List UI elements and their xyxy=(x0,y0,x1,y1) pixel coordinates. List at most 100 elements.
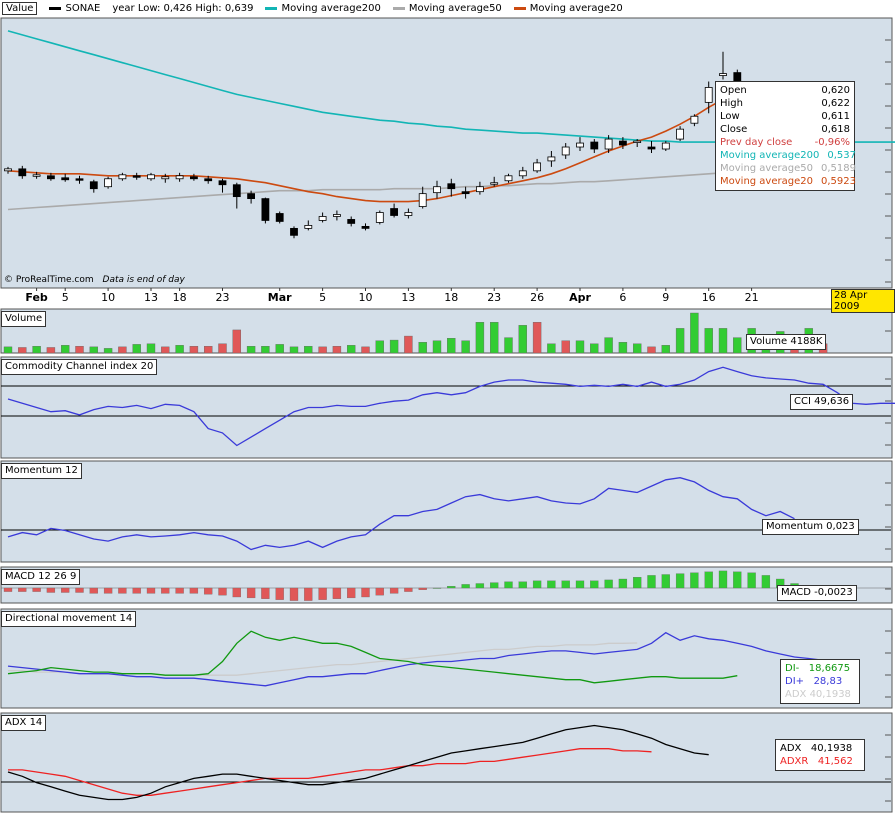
price-tooltip: Open 0,620 High 0,622 Low 0,611 Close 0,618 … xyxy=(715,81,856,191)
macd-bar xyxy=(447,586,456,589)
volume-bar xyxy=(361,346,370,354)
candle-body xyxy=(447,183,456,190)
ma50-swatch xyxy=(392,7,405,10)
value-label: Value xyxy=(2,2,38,15)
x-axis-tick-label: 23 xyxy=(216,291,230,304)
macd-bar xyxy=(718,570,728,589)
macd-bar xyxy=(747,572,756,589)
adx-readout: ADX 40,1938 ADXR 41,562 xyxy=(775,739,865,771)
macd-bar xyxy=(304,587,313,601)
volume-bar xyxy=(704,328,713,354)
volume-bar xyxy=(332,346,342,354)
candle-body xyxy=(404,212,413,216)
macd-readout: MACD -0,0023 xyxy=(777,585,857,601)
macd-bar xyxy=(604,579,613,589)
volume-bar xyxy=(61,345,70,354)
x-axis-tick-label: 13 xyxy=(401,291,415,304)
volume-bar xyxy=(675,328,685,354)
x-axis-tick-label: Feb xyxy=(25,291,48,304)
candle-body xyxy=(418,193,427,207)
ma200-row: Moving average200 0,537 xyxy=(720,150,856,161)
macd-bar xyxy=(261,587,270,599)
volume-bar xyxy=(575,340,585,354)
candle-body xyxy=(433,186,441,194)
candle-body xyxy=(275,213,284,222)
candle-body xyxy=(189,176,198,180)
candle-body xyxy=(232,184,241,198)
candle-body xyxy=(75,178,84,181)
candle-body xyxy=(118,174,127,180)
macd-bar xyxy=(289,587,299,601)
x-axis-tick-label: 10 xyxy=(359,291,373,304)
macd-bar xyxy=(518,581,527,589)
volume-bar xyxy=(118,346,127,354)
volume-bar xyxy=(3,346,13,354)
candle-body xyxy=(375,212,384,223)
macd-bar xyxy=(575,580,585,589)
ma50-row: Moving average50 0,5189 xyxy=(720,163,856,174)
candle-body xyxy=(504,175,513,182)
candle-body xyxy=(132,175,141,178)
legend-year-range: year Low: 0,426 High: 0,639 xyxy=(112,3,254,14)
macd-bar xyxy=(418,587,427,590)
volume-bar xyxy=(103,348,113,354)
candle-body xyxy=(619,140,627,146)
momentum-readout: Momentum 0,023 xyxy=(762,519,859,535)
x-axis-tick-label: 18 xyxy=(444,291,458,304)
volume-bar xyxy=(418,342,427,354)
macd-bar xyxy=(246,587,256,599)
volume-bar xyxy=(490,322,499,354)
x-axis-tick-label: 16 xyxy=(702,291,716,304)
macd-bar xyxy=(61,587,70,593)
volume-bar xyxy=(175,345,184,354)
macd-bar xyxy=(504,581,513,589)
price-legend: Value SONAE year Low: 0,426 High: 0,639 … xyxy=(0,0,895,17)
adx-value-readout: ADX 40,1938 xyxy=(780,743,853,754)
volume-readout: Volume 4188K xyxy=(746,334,827,350)
volume-bar xyxy=(318,346,327,354)
macd-bar xyxy=(132,587,141,594)
momentum-title: Momentum 12 xyxy=(1,463,82,479)
macd-bar xyxy=(103,587,113,594)
candle-body xyxy=(676,128,684,140)
x-axis-tick-label: 6 xyxy=(619,291,626,304)
x-axis-tick-label: Apr xyxy=(569,291,591,304)
ma20-row: Moving average20 0,5923 xyxy=(720,176,856,187)
candle-body xyxy=(218,180,227,186)
candle-body xyxy=(32,174,41,177)
panel-frame-mom xyxy=(0,460,893,563)
candle-body xyxy=(47,175,55,180)
legend-ma200: Moving average200 xyxy=(265,3,381,14)
volume-bar xyxy=(633,343,642,354)
macd-bar xyxy=(3,587,13,592)
volume-bar xyxy=(246,346,256,354)
volume-bar xyxy=(18,347,27,354)
volume-bar xyxy=(275,344,284,354)
macd-bar xyxy=(146,587,156,594)
macd-bar xyxy=(547,580,556,589)
ma20-swatch xyxy=(513,7,526,10)
candle-body xyxy=(561,146,570,156)
macd-bar xyxy=(404,587,413,592)
candle-body xyxy=(390,208,399,216)
candle-body xyxy=(104,178,112,188)
prev-close-row: Prev day close -0,96% xyxy=(720,137,850,148)
macd-bar xyxy=(375,587,384,596)
candle-body xyxy=(719,73,727,76)
cci-title: Commodity Channel index 20 xyxy=(1,359,158,375)
candle-body xyxy=(661,142,670,150)
macd-bar xyxy=(475,583,485,589)
macd-bar xyxy=(633,577,642,589)
macd-bar xyxy=(89,587,98,594)
macd-bar xyxy=(347,587,356,599)
open-row: Open 0,620 xyxy=(720,85,850,96)
macd-bar xyxy=(389,587,399,594)
macd-bar xyxy=(118,587,127,594)
volume-bar xyxy=(461,340,470,354)
volume-bar xyxy=(447,338,456,354)
volume-bar xyxy=(432,340,442,354)
high-row: High 0,622 xyxy=(720,98,850,109)
x-axis-tick-label: Mar xyxy=(268,291,292,304)
x-axis-tick-label: 5 xyxy=(319,291,326,304)
volume-bar xyxy=(518,325,527,354)
